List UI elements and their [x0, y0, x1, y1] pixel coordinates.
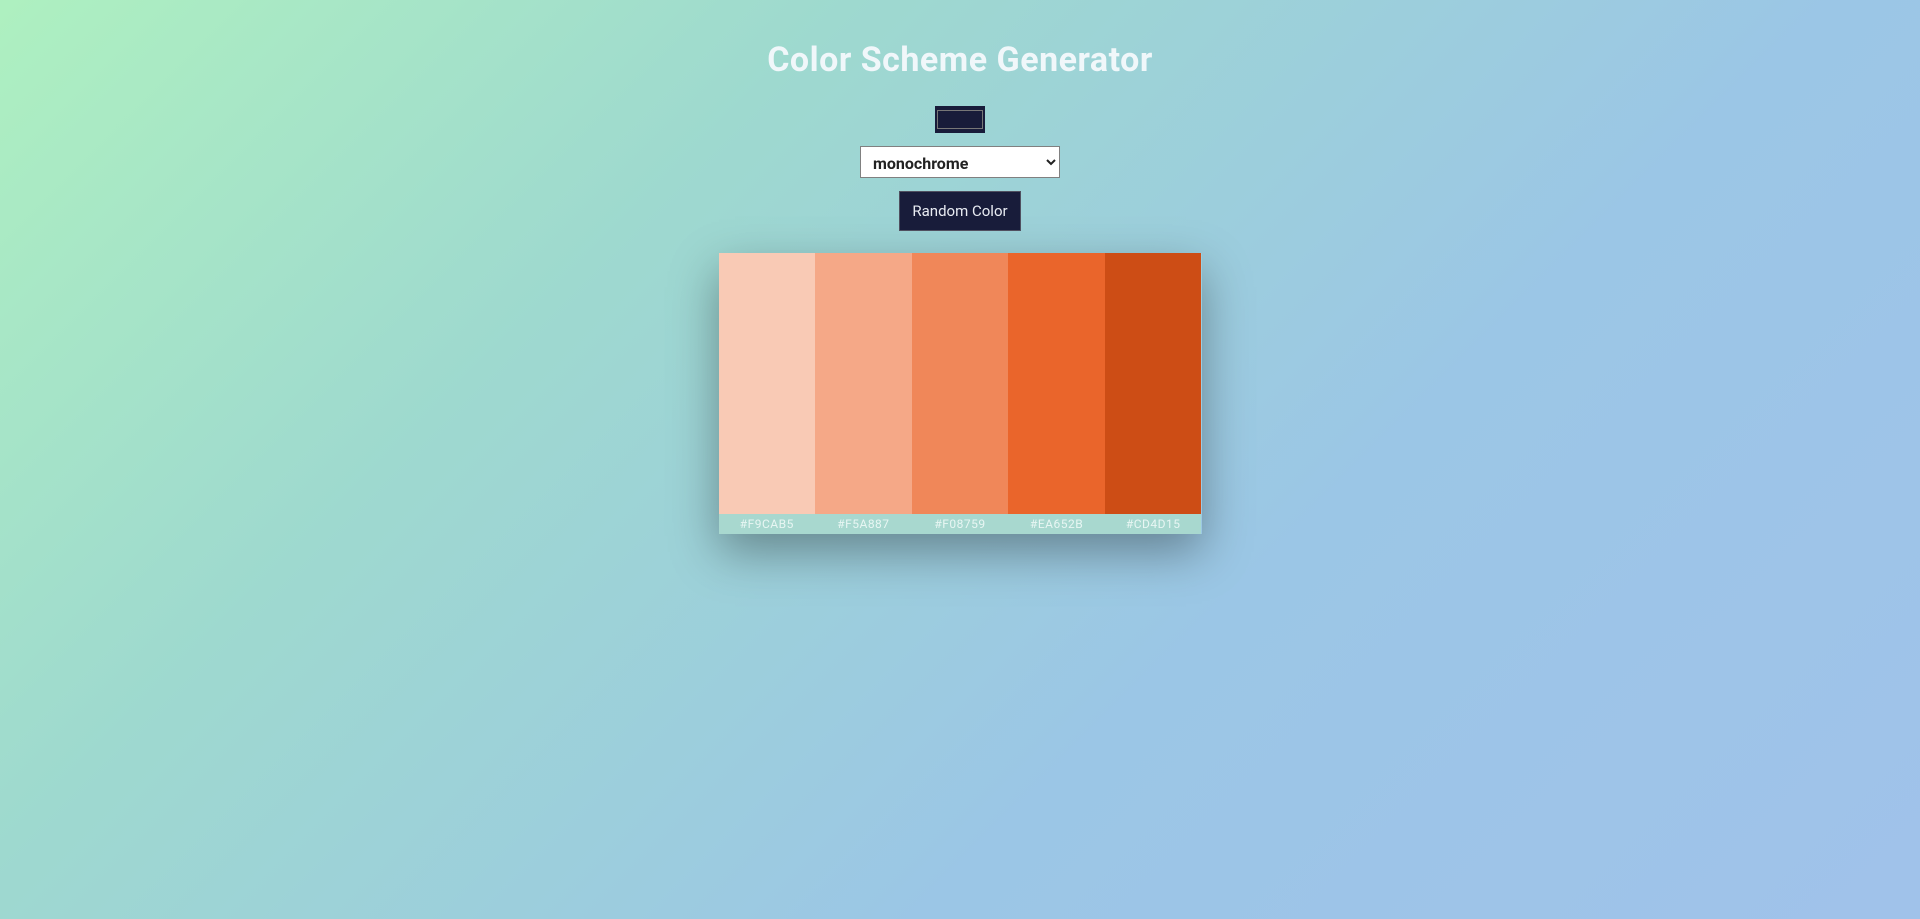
swatch-color-block: [719, 253, 816, 514]
swatch-color-block: [815, 253, 912, 514]
swatch-hex-label: #CD4D15: [1105, 514, 1202, 534]
seed-color-input[interactable]: [935, 106, 985, 133]
swatch-color-block: [1008, 253, 1105, 514]
color-palette: #F9CAB5 #F5A887 #F08759 #EA652B #CD4D15: [719, 253, 1202, 534]
palette-swatch[interactable]: #F9CAB5: [719, 253, 816, 534]
palette-swatch[interactable]: #CD4D15: [1105, 253, 1202, 534]
swatch-color-block: [1105, 253, 1202, 514]
swatch-hex-label: #F08759: [912, 514, 1009, 534]
swatch-hex-label: #F9CAB5: [719, 514, 816, 534]
controls: monochrome Random Color: [0, 106, 1920, 231]
swatch-color-block: [912, 253, 1009, 514]
palette-swatch[interactable]: #EA652B: [1008, 253, 1105, 534]
random-color-button[interactable]: Random Color: [899, 191, 1020, 231]
scheme-mode-select[interactable]: monochrome: [860, 146, 1060, 178]
swatch-hex-label: #F5A887: [815, 514, 912, 534]
page-title: Color Scheme Generator: [0, 40, 1920, 80]
swatch-hex-label: #EA652B: [1008, 514, 1105, 534]
palette-swatch[interactable]: #F5A887: [815, 253, 912, 534]
palette-swatch[interactable]: #F08759: [912, 253, 1009, 534]
